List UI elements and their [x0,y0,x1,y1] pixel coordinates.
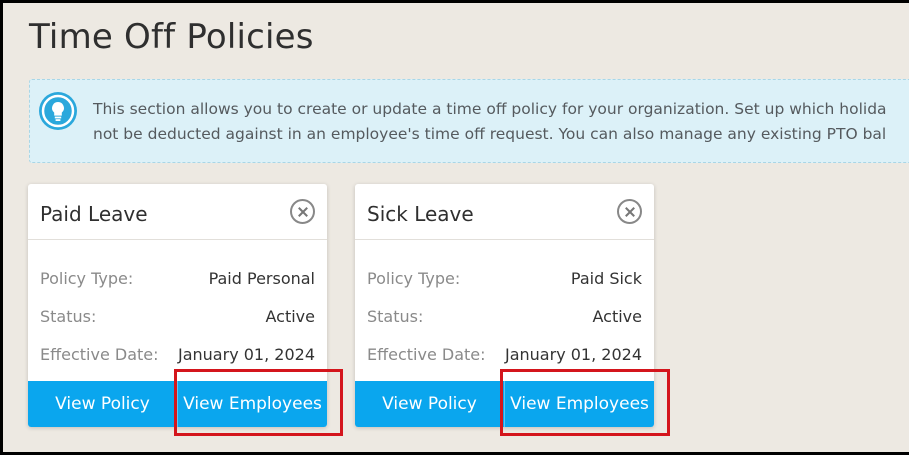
info-banner: This section allows you to create or upd… [29,79,909,163]
policy-type-row: Policy Type: Paid Personal [40,269,315,288]
card-title: Sick Leave [367,202,474,226]
policy-card-sick-leave: Sick Leave Policy Type: Paid Sick Status… [355,184,654,427]
status-row: Status: Active [40,307,315,326]
screenshot-frame: Time Off Policies This section allows yo… [0,0,909,455]
effective-date-label: Effective Date: [367,345,486,364]
policy-type-label: Policy Type: [367,269,461,288]
card-actions: View Policy View Employees [28,381,327,427]
policy-card-paid-leave: Paid Leave Policy Type: Paid Personal St… [28,184,327,427]
page-title: Time Off Policies [29,17,314,57]
view-policy-button[interactable]: View Policy [355,381,504,427]
effective-date-label: Effective Date: [40,345,159,364]
policy-type-row: Policy Type: Paid Sick [367,269,642,288]
effective-date-value: January 01, 2024 [505,345,642,364]
view-policy-button[interactable]: View Policy [28,381,177,427]
info-line-1: This section allows you to create or upd… [93,100,887,118]
close-icon[interactable] [617,199,642,224]
card-header: Sick Leave [355,184,654,240]
status-label: Status: [367,307,424,326]
info-line-2: not be deducted against in an employee's… [93,125,887,143]
card-title: Paid Leave [40,202,148,226]
policy-type-label: Policy Type: [40,269,134,288]
status-row: Status: Active [367,307,642,326]
effective-date-row: Effective Date: January 01, 2024 [40,345,315,364]
effective-date-value: January 01, 2024 [178,345,315,364]
status-value: Active [265,307,316,326]
view-employees-button[interactable]: View Employees [504,381,654,427]
close-icon[interactable] [290,199,315,224]
status-label: Status: [40,307,97,326]
card-header: Paid Leave [28,184,327,240]
policy-type-value: Paid Sick [570,269,642,288]
view-employees-button[interactable]: View Employees [177,381,327,427]
effective-date-row: Effective Date: January 01, 2024 [367,345,642,364]
card-actions: View Policy View Employees [355,381,654,427]
policy-type-value: Paid Personal [208,269,315,288]
lightbulb-icon [39,92,77,130]
status-value: Active [592,307,643,326]
info-text: This section allows you to create or upd… [93,97,909,147]
